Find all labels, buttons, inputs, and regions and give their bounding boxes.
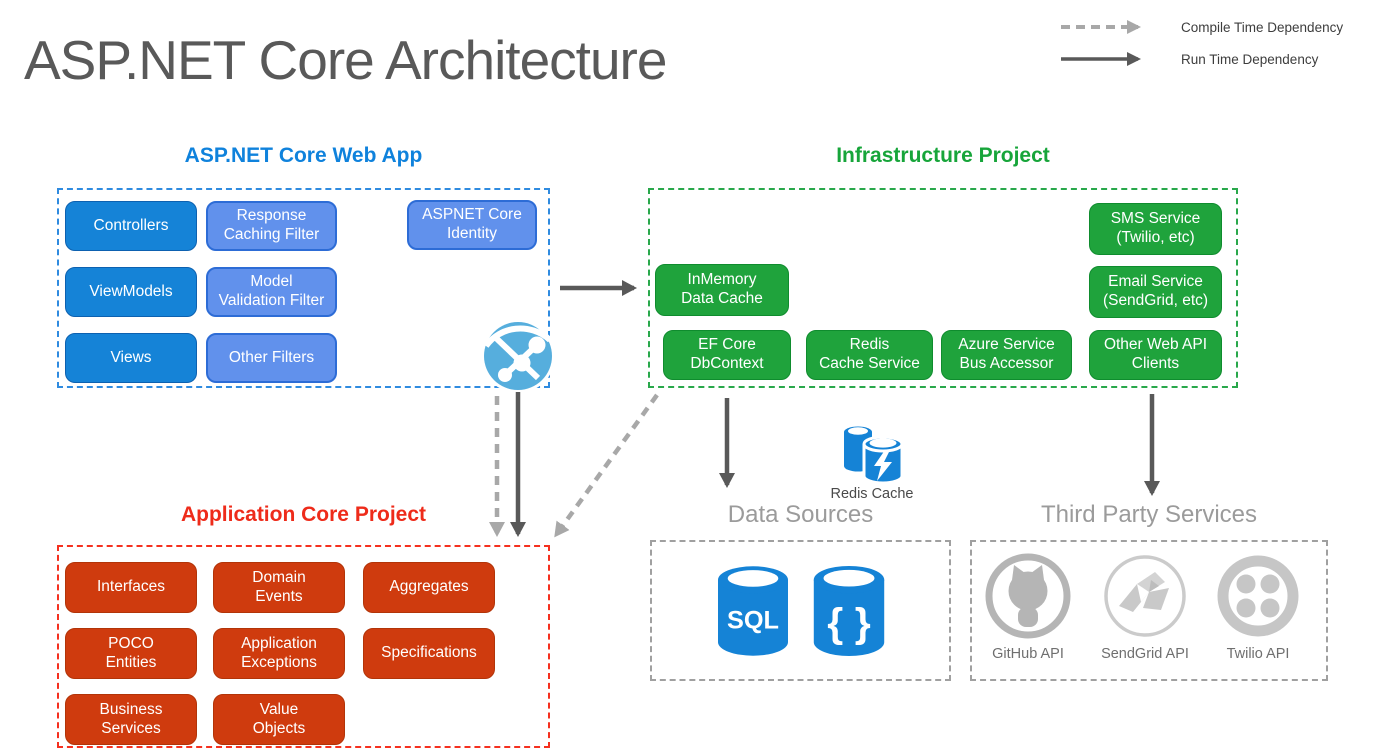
box-label: Application — [241, 635, 317, 654]
box-label: Caching Filter — [224, 226, 320, 245]
web-globe-icon — [480, 318, 556, 394]
box-controllers: Controllers — [65, 201, 197, 251]
box-label: Events — [255, 588, 302, 607]
box-label: EF Core — [698, 336, 756, 355]
redis-cache-icon — [838, 420, 906, 488]
box-aggregates: Aggregates — [363, 562, 495, 613]
box-label: DbContext — [690, 355, 763, 374]
sendgrid-api-label: SendGrid API — [1085, 646, 1205, 662]
box-label: InMemory — [688, 271, 757, 290]
box-ef-core-dbcontext: EF CoreDbContext — [663, 330, 791, 380]
json-icon-label: { } — [827, 599, 870, 645]
box-specifications: Specifications — [363, 628, 495, 679]
box-poco-entities: POCOEntities — [65, 628, 197, 679]
box-email-service: Email Service(SendGrid, etc) — [1089, 266, 1222, 318]
legend-run-label: Run Time Dependency — [1181, 52, 1318, 67]
box-label: Business — [100, 701, 163, 720]
box-label: Entities — [106, 654, 157, 673]
box-label: Services — [101, 720, 160, 739]
box-label: Azure Service — [958, 336, 1054, 355]
legend-compile-row: Compile Time Dependency — [1058, 14, 1343, 40]
box-label: Domain — [252, 569, 305, 588]
data-sources-boundary — [650, 540, 951, 681]
diagram-title: ASP.NET Core Architecture — [24, 28, 666, 92]
box-label: Identity — [447, 225, 497, 244]
box-label: Interfaces — [97, 578, 165, 597]
box-label: Exceptions — [241, 654, 317, 673]
third-party-title: Third Party Services — [970, 501, 1328, 529]
infrastructure-title: Infrastructure Project — [648, 144, 1238, 168]
box-model-validation-filter: ModelValidation Filter — [206, 267, 337, 317]
box-label: Aggregates — [389, 578, 468, 597]
box-business-services: BusinessServices — [65, 694, 197, 745]
box-other-filters: Other Filters — [206, 333, 337, 383]
sql-icon-label: SQL — [727, 607, 779, 635]
box-label: ASPNET Core — [422, 206, 522, 225]
box-label: Views — [110, 349, 151, 368]
box-sms-service: SMS Service(Twilio, etc) — [1089, 203, 1222, 255]
github-icon — [982, 550, 1074, 642]
box-inmemory-data-cache: InMemoryData Cache — [655, 264, 789, 316]
box-label: Email Service — [1108, 273, 1203, 292]
box-label: Cache Service — [819, 355, 920, 374]
github-api-label: GitHub API — [968, 646, 1088, 662]
box-other-web-api-clients: Other Web APIClients — [1089, 330, 1222, 380]
twilio-api-label: Twilio API — [1198, 646, 1318, 662]
box-label: Objects — [253, 720, 306, 739]
box-interfaces: Interfaces — [65, 562, 197, 613]
box-label: Other Web API — [1104, 336, 1207, 355]
box-views: Views — [65, 333, 197, 383]
box-label: ViewModels — [89, 283, 172, 302]
sql-database-icon: SQL — [718, 566, 788, 656]
box-label: Validation Filter — [219, 292, 325, 311]
architecture-diagram: ASP.NET Core Architecture Compile Time D… — [0, 0, 1375, 753]
box-label: Redis — [850, 336, 890, 355]
legend-run-row: Run Time Dependency — [1058, 46, 1343, 72]
box-aspnet-core-identity: ASPNET CoreIdentity — [407, 200, 537, 250]
json-database-icon: { } — [812, 566, 886, 656]
box-label: Bus Accessor — [960, 355, 1054, 374]
arrow-infrastructure-to-core-compile — [556, 395, 657, 535]
box-response-caching-filter: ResponseCaching Filter — [206, 201, 337, 251]
sendgrid-icon — [1099, 550, 1191, 642]
box-label: Data Cache — [681, 290, 763, 309]
data-sources-title: Data Sources — [650, 501, 951, 529]
box-label: Value — [260, 701, 299, 720]
box-application-exceptions: ApplicationExceptions — [213, 628, 345, 679]
box-label: POCO — [108, 635, 154, 654]
application-core-title: Application Core Project — [57, 503, 550, 527]
box-viewmodels: ViewModels — [65, 267, 197, 317]
box-azure-service-bus-accessor: Azure ServiceBus Accessor — [941, 330, 1072, 380]
legend-compile-label: Compile Time Dependency — [1181, 20, 1343, 35]
box-redis-cache-service: RedisCache Service — [806, 330, 933, 380]
twilio-icon — [1212, 550, 1304, 642]
box-label: (SendGrid, etc) — [1103, 292, 1208, 311]
box-label: Controllers — [94, 217, 169, 236]
box-label: Specifications — [381, 644, 477, 663]
box-label: SMS Service — [1111, 210, 1201, 229]
box-label: Other Filters — [229, 349, 314, 368]
box-label: (Twilio, etc) — [1116, 229, 1194, 248]
compile-dependency-arrow-icon — [1058, 19, 1153, 35]
box-label: Clients — [1132, 355, 1179, 374]
legend: Compile Time Dependency Run Time Depende… — [1058, 14, 1343, 72]
box-value-objects: ValueObjects — [213, 694, 345, 745]
box-label: Response — [237, 207, 307, 226]
run-dependency-arrow-icon — [1058, 51, 1153, 67]
redis-cache-label: Redis Cache — [812, 486, 932, 502]
web-app-title: ASP.NET Core Web App — [57, 144, 550, 168]
box-domain-events: DomainEvents — [213, 562, 345, 613]
box-label: Model — [250, 273, 292, 292]
